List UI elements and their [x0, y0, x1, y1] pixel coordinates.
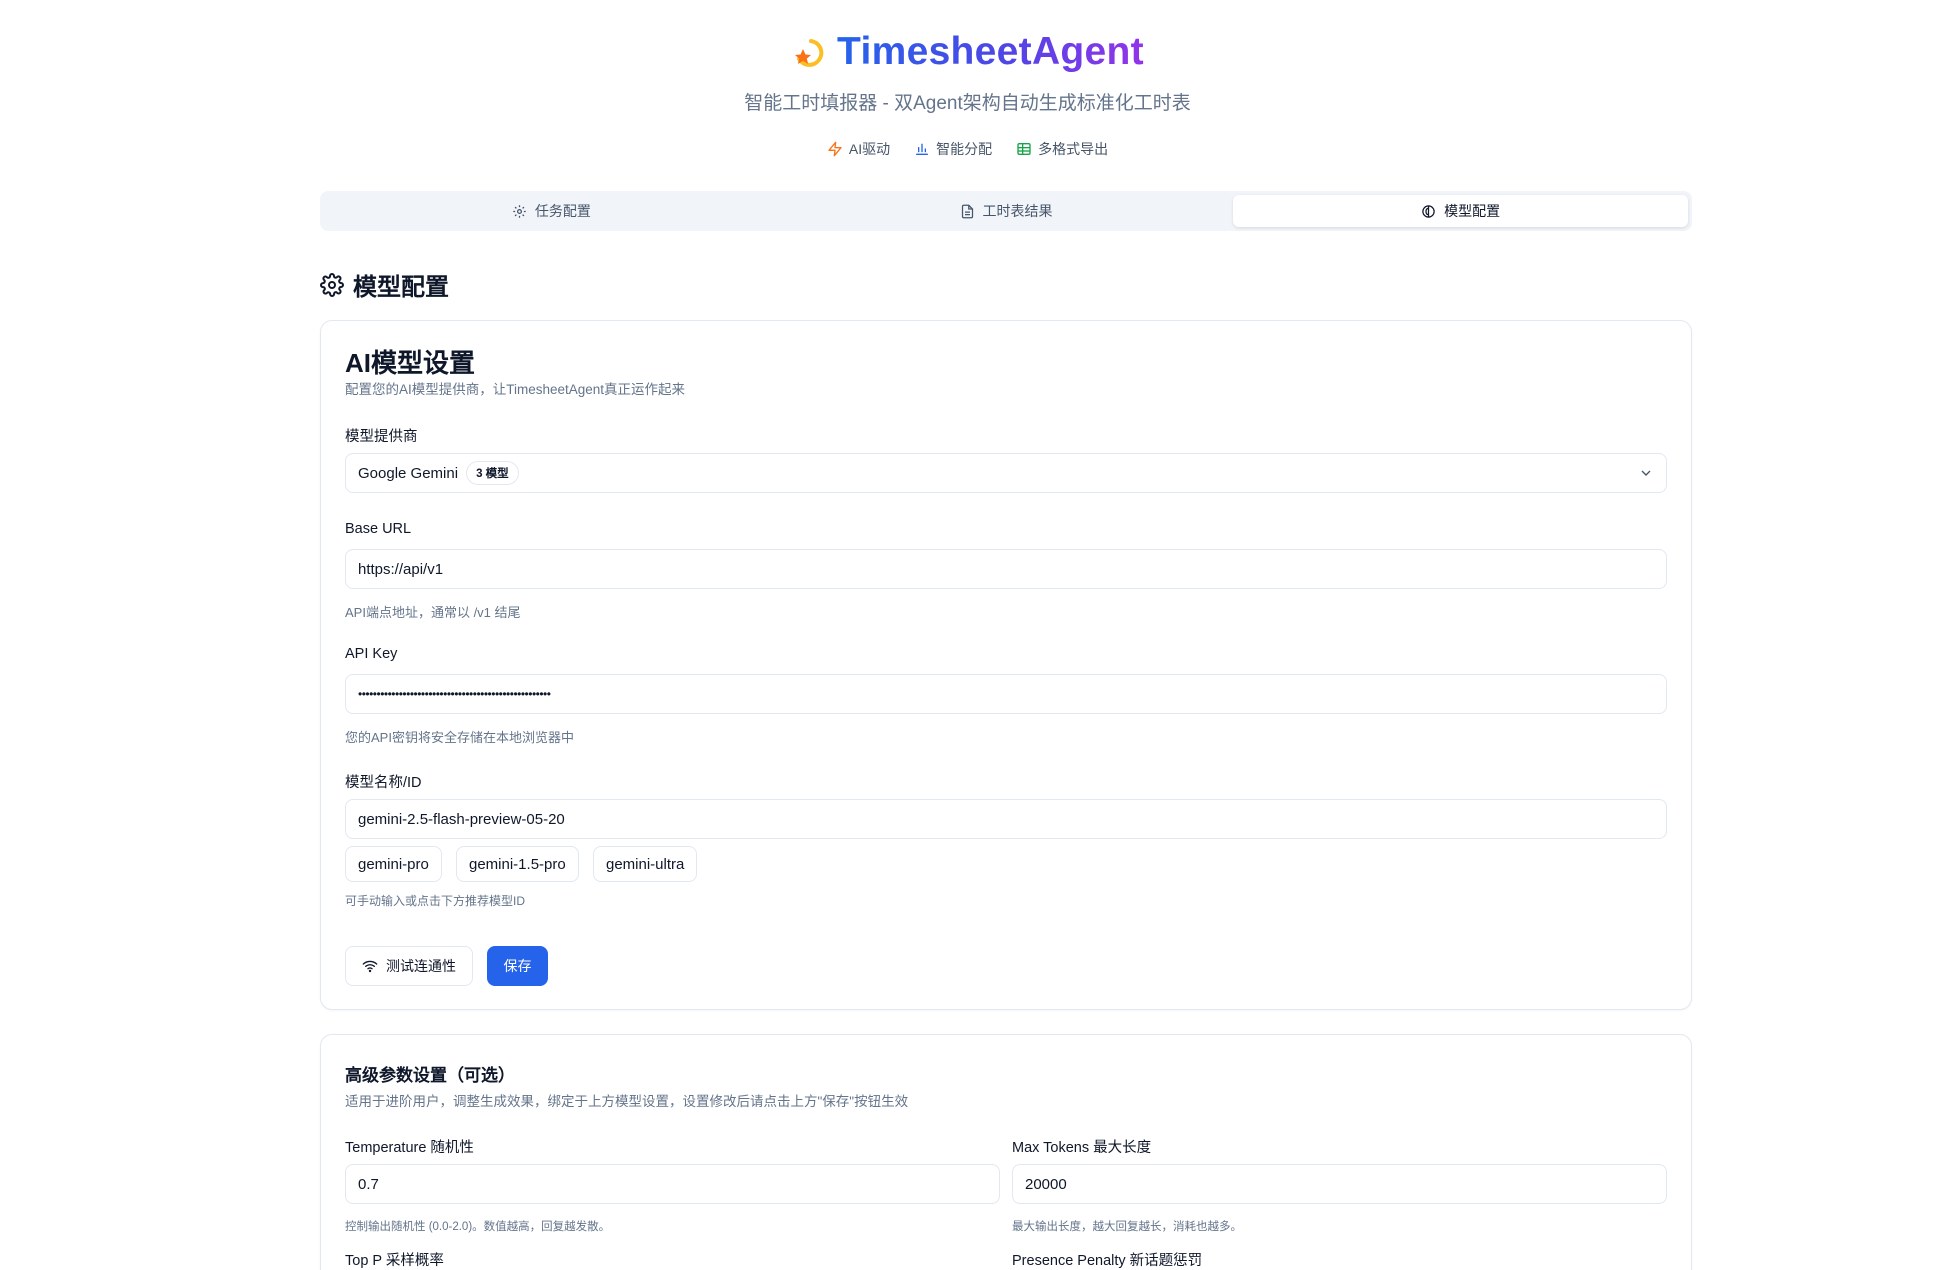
base-url-hint: API端点地址，通常以 /v1 结尾 [345, 605, 521, 620]
provider-select[interactable]: Google Gemini 3 模型 [345, 453, 1667, 493]
provider-value: Google Gemini [358, 464, 459, 482]
top-p-label: Top P 采样概率 [345, 1253, 444, 1269]
table-icon [1017, 143, 1031, 155]
model-count-badge: 3 模型 [466, 461, 519, 485]
max-tokens-label: Max Tokens 最大长度 [1012, 1140, 1152, 1156]
gear-icon [513, 204, 526, 218]
feature-list: AI驱动 智能分配 多格式导出 [0, 139, 1935, 159]
advanced-settings-card: 高级参数设置（可选） 适用于进阶用户，调整生成效果，绑定于上方模型设置，设置修改… [320, 1034, 1692, 1270]
gear-icon [320, 272, 344, 297]
temperature-label: Temperature 随机性 [345, 1140, 474, 1156]
model-id-label: 模型名称/ID [345, 775, 422, 791]
app-title: TimesheetAgent [837, 30, 1144, 73]
provider-label: 模型提供商 [345, 429, 418, 445]
page-title: 模型配置 [320, 267, 449, 302]
feature-ai-driven: AI驱动 [827, 139, 890, 159]
model-id-input[interactable]: gemini-2.5-flash-preview-05-20 [345, 799, 1667, 839]
save-button[interactable]: 保存 [487, 946, 548, 986]
model-suggestion-gemini-ultra[interactable]: gemini-ultra [593, 846, 698, 882]
app-subtitle: 智能工时填报器 - 双Agent架构自动生成标准化工时表 [744, 93, 1191, 114]
brain-icon [1422, 204, 1435, 218]
max-tokens-input[interactable]: 20000 [1012, 1164, 1667, 1204]
api-key-label: API Key [345, 646, 398, 662]
main-tabs: 任务配置 工时表结果 模型配置 [320, 191, 1692, 231]
base-url-label: Base URL [345, 521, 412, 537]
presence-penalty-label: Presence Penalty 新话题惩罚 [1012, 1253, 1203, 1269]
tab-model-config[interactable]: 模型配置 [1233, 195, 1689, 227]
brand-header: TimesheetAgent [0, 30, 1935, 74]
logo-icon [795, 39, 824, 67]
max-tokens-hint: 最大输出长度，越大回复越长，消耗也越多。 [1012, 1221, 1242, 1233]
api-key-input[interactable]: ••••••••••••••••••••••••••••••••••••••••… [345, 674, 1667, 714]
temperature-hint: 控制输出随机性 (0.0-2.0)。数值越高，回复越发散。 [345, 1221, 611, 1233]
model-id-hint: 可手动输入或点击下方推荐模型ID [345, 894, 526, 908]
lightning-icon [828, 141, 842, 157]
ai-settings-title: AI模型设置 [345, 348, 476, 378]
advanced-title: 高级参数设置（可选） [345, 1066, 515, 1085]
model-suggestion-gemini-1-5-pro[interactable]: gemini-1.5-pro [456, 846, 579, 882]
base-url-input[interactable]: https://api/v1 [345, 549, 1667, 589]
temperature-input[interactable]: 0.7 [345, 1164, 1000, 1204]
feature-multi-export: 多格式导出 [1016, 139, 1108, 159]
wifi-icon [362, 960, 378, 973]
api-key-hint: 您的API密钥将安全存储在本地浏览器中 [345, 730, 574, 745]
tab-task-config[interactable]: 任务配置 [324, 195, 779, 227]
bar-chart-icon [916, 143, 929, 155]
feature-smart-allocation: 智能分配 [914, 139, 992, 159]
test-connection-button[interactable]: 测试连通性 [345, 946, 473, 986]
ai-settings-card: AI模型设置 配置您的AI模型提供商，让TimesheetAgent真正运作起来… [320, 320, 1692, 1010]
ai-settings-description: 配置您的AI模型提供商，让TimesheetAgent真正运作起来 [345, 382, 686, 397]
chevron-down-icon [1641, 470, 1651, 476]
model-suggestion-gemini-pro[interactable]: gemini-pro [345, 846, 442, 882]
document-icon [961, 204, 973, 218]
tab-timesheet-result[interactable]: 工时表结果 [779, 195, 1234, 227]
advanced-description: 适用于进阶用户，调整生成效果，绑定于上方模型设置，设置修改后请点击上方"保存"按… [345, 1094, 909, 1109]
